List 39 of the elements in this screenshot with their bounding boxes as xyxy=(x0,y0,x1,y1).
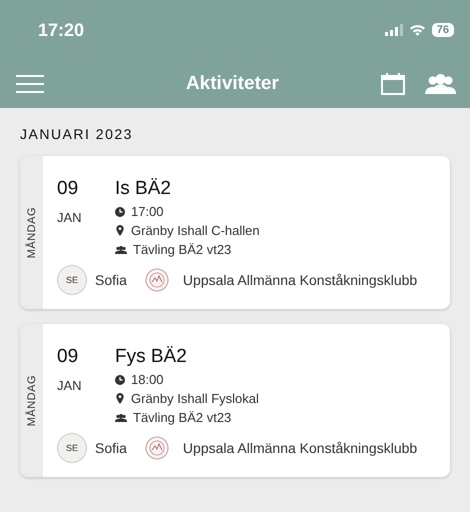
group-icon xyxy=(115,246,127,254)
activity-group: Tävling BÄ2 vt23 xyxy=(133,410,232,425)
club-emblem-icon xyxy=(144,268,169,292)
club-name: Uppsala Allmänna Konståkningsklubb xyxy=(182,272,418,288)
activity-time: 18:00 xyxy=(131,372,164,387)
group-icon xyxy=(424,74,456,94)
clock-icon xyxy=(115,206,125,216)
day-number: 09 xyxy=(57,346,80,368)
club-name: Uppsala Allmänna Konståkningsklubb xyxy=(182,440,418,456)
avatar-initials: SE xyxy=(57,433,87,463)
wifi-icon xyxy=(408,24,426,36)
activity-title: Is BÄ2 xyxy=(115,178,172,200)
club-emblem-icon xyxy=(144,436,169,460)
activity-time: 17:00 xyxy=(131,204,164,219)
battery-level: 76 xyxy=(432,23,454,37)
weekday-label: MÅNDAG xyxy=(26,374,38,426)
clock-icon xyxy=(115,374,125,384)
person-name: Sofia xyxy=(95,440,127,456)
calendar-icon[interactable] xyxy=(380,73,405,95)
signal-icon xyxy=(384,24,403,36)
group-icon xyxy=(115,414,127,422)
person-name: Sofia xyxy=(95,272,127,288)
activity-location: Gränby Ishall Fyslokal xyxy=(131,391,259,406)
activity-group: Tävling BÄ2 vt23 xyxy=(133,242,232,257)
page-title: Aktiviteter xyxy=(184,73,280,95)
activity-title: Fys BÄ2 xyxy=(115,346,188,368)
weekday-label: MÅNDAG xyxy=(26,206,38,258)
location-pin-icon xyxy=(115,225,125,236)
activity-location: Gränby Ishall C-hallen xyxy=(131,223,260,238)
day-number: 09 xyxy=(57,178,80,200)
month-label: JAN xyxy=(57,210,83,225)
activity-card[interactable]: MÅNDAG 09 JAN Is BÄ2 17:00 Gränby Ishall C-hallen Tävling BÄ2 vt23 SE Sofia Uppsala Allmänna Konståkningsklubb xyxy=(20,156,450,309)
avatar-initials: SE xyxy=(57,265,87,295)
location-pin-icon xyxy=(115,393,125,404)
menu-icon[interactable] xyxy=(16,75,44,93)
month-heading: JANUARI 2023 xyxy=(20,126,134,142)
month-label: JAN xyxy=(57,378,83,393)
activity-card[interactable]: MÅNDAG 09 JAN Fys BÄ2 18:00 Gränby Ishall Fyslokal Tävling BÄ2 vt23 SE Sofia Uppsala Allmänna Konståkningsklubb xyxy=(20,324,450,477)
status-time: 17:20 xyxy=(38,20,84,40)
